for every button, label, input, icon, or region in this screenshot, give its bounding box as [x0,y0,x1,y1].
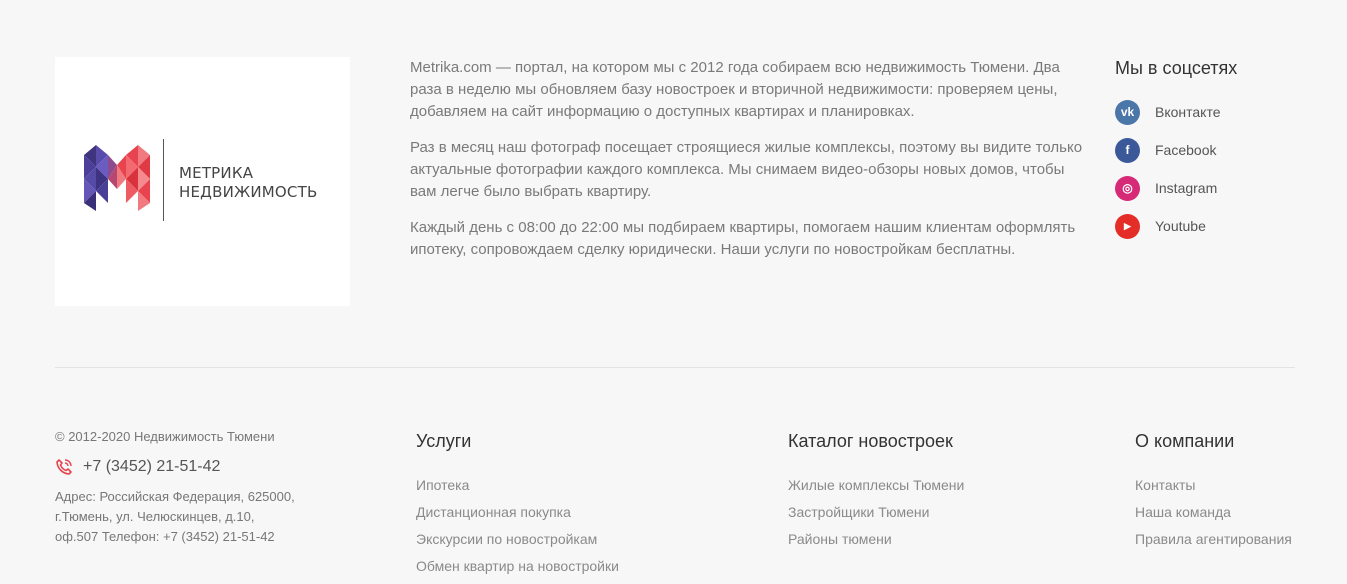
about-paragraph: Каждый день с 08:00 до 22:00 мы подбирае… [410,219,1076,258]
catalog-link-districts[interactable]: Районы тюмени [788,526,964,553]
footer-divider [55,367,1295,368]
logo-divider [163,139,164,221]
social-link-facebook[interactable]: f Facebook [1115,131,1315,169]
facebook-icon: f [1115,137,1140,163]
catalog-link-complexes[interactable]: Жилые комплексы Тюмени [788,472,964,499]
catalog-column: Каталог новостроек Жилые комплексы Тюмен… [788,430,964,553]
phone-row[interactable]: +7 (3452) 21-51-42 [55,458,305,476]
logo-text: МЕТРИКА НЕДВИЖИМОСТЬ [179,164,317,202]
services-column: Услуги Ипотека Дистанционная покупка Экс… [416,430,619,580]
social-link-instagram[interactable]: ◎ Instagram [1115,169,1315,207]
company-link-agency-rules[interactable]: Правила агентирования [1135,526,1292,553]
phone-number[interactable]: +7 (3452) 21-51-42 [83,458,220,476]
social-label: Вконтакте [1155,104,1221,120]
social-label: Instagram [1155,180,1218,196]
social-label: Youtube [1155,218,1206,234]
services-link-mortgage[interactable]: Ипотека [416,472,619,499]
logo-mark-icon [84,145,150,211]
company-title: О компании [1135,431,1235,451]
services-link-remote-purchase[interactable]: Дистанционная покупка [416,499,619,526]
contacts-section: © 2012-2020 Недвижимость Тюмени +7 (3452… [55,428,305,547]
phone-icon [56,459,72,475]
social-link-youtube[interactable]: ▶ Youtube [1115,207,1315,245]
social-title: Мы в соцсетях [1115,58,1238,78]
instagram-icon: ◎ [1115,175,1140,201]
copyright: © 2012-2020 Недвижимость Тюмени [55,429,275,444]
social-label: Facebook [1155,142,1217,158]
company-link-team[interactable]: Наша команда [1135,499,1292,526]
catalog-link-developers[interactable]: Застройщики Тюмени [788,499,964,526]
services-link-tours[interactable]: Экскурсии по новостройкам [416,526,619,553]
vk-icon: vk [1115,99,1140,125]
catalog-title: Каталог новостроек [788,431,953,451]
about-paragraph: Раз в месяц наш фотограф посещает строящ… [410,139,1083,200]
logo-line-2: НЕДВИЖИМОСТЬ [179,183,318,201]
services-link-exchange[interactable]: Обмен квартир на новостройки [416,553,619,580]
company-link-contacts[interactable]: Контакты [1135,472,1292,499]
services-title: Услуги [416,431,472,451]
address: Адрес: Российская Федерация, 625000, г.Т… [55,489,295,544]
social-section: Мы в соцсетях vk Вконтакте f Facebook ◎ … [1115,57,1315,245]
company-column: О компании Контакты Наша команда Правила… [1135,430,1292,553]
about-paragraph: Metrika.com — портал, на котором мы с 20… [410,59,1060,120]
logo-line-1: МЕТРИКА [179,164,254,182]
youtube-icon: ▶ [1115,213,1140,239]
logo[interactable]: МЕТРИКА НЕДВИЖИМОСТЬ [55,57,350,306]
social-link-vkontakte[interactable]: vk Вконтакте [1115,93,1315,131]
about-section: Metrika.com — портал, на котором мы с 20… [410,57,1090,275]
